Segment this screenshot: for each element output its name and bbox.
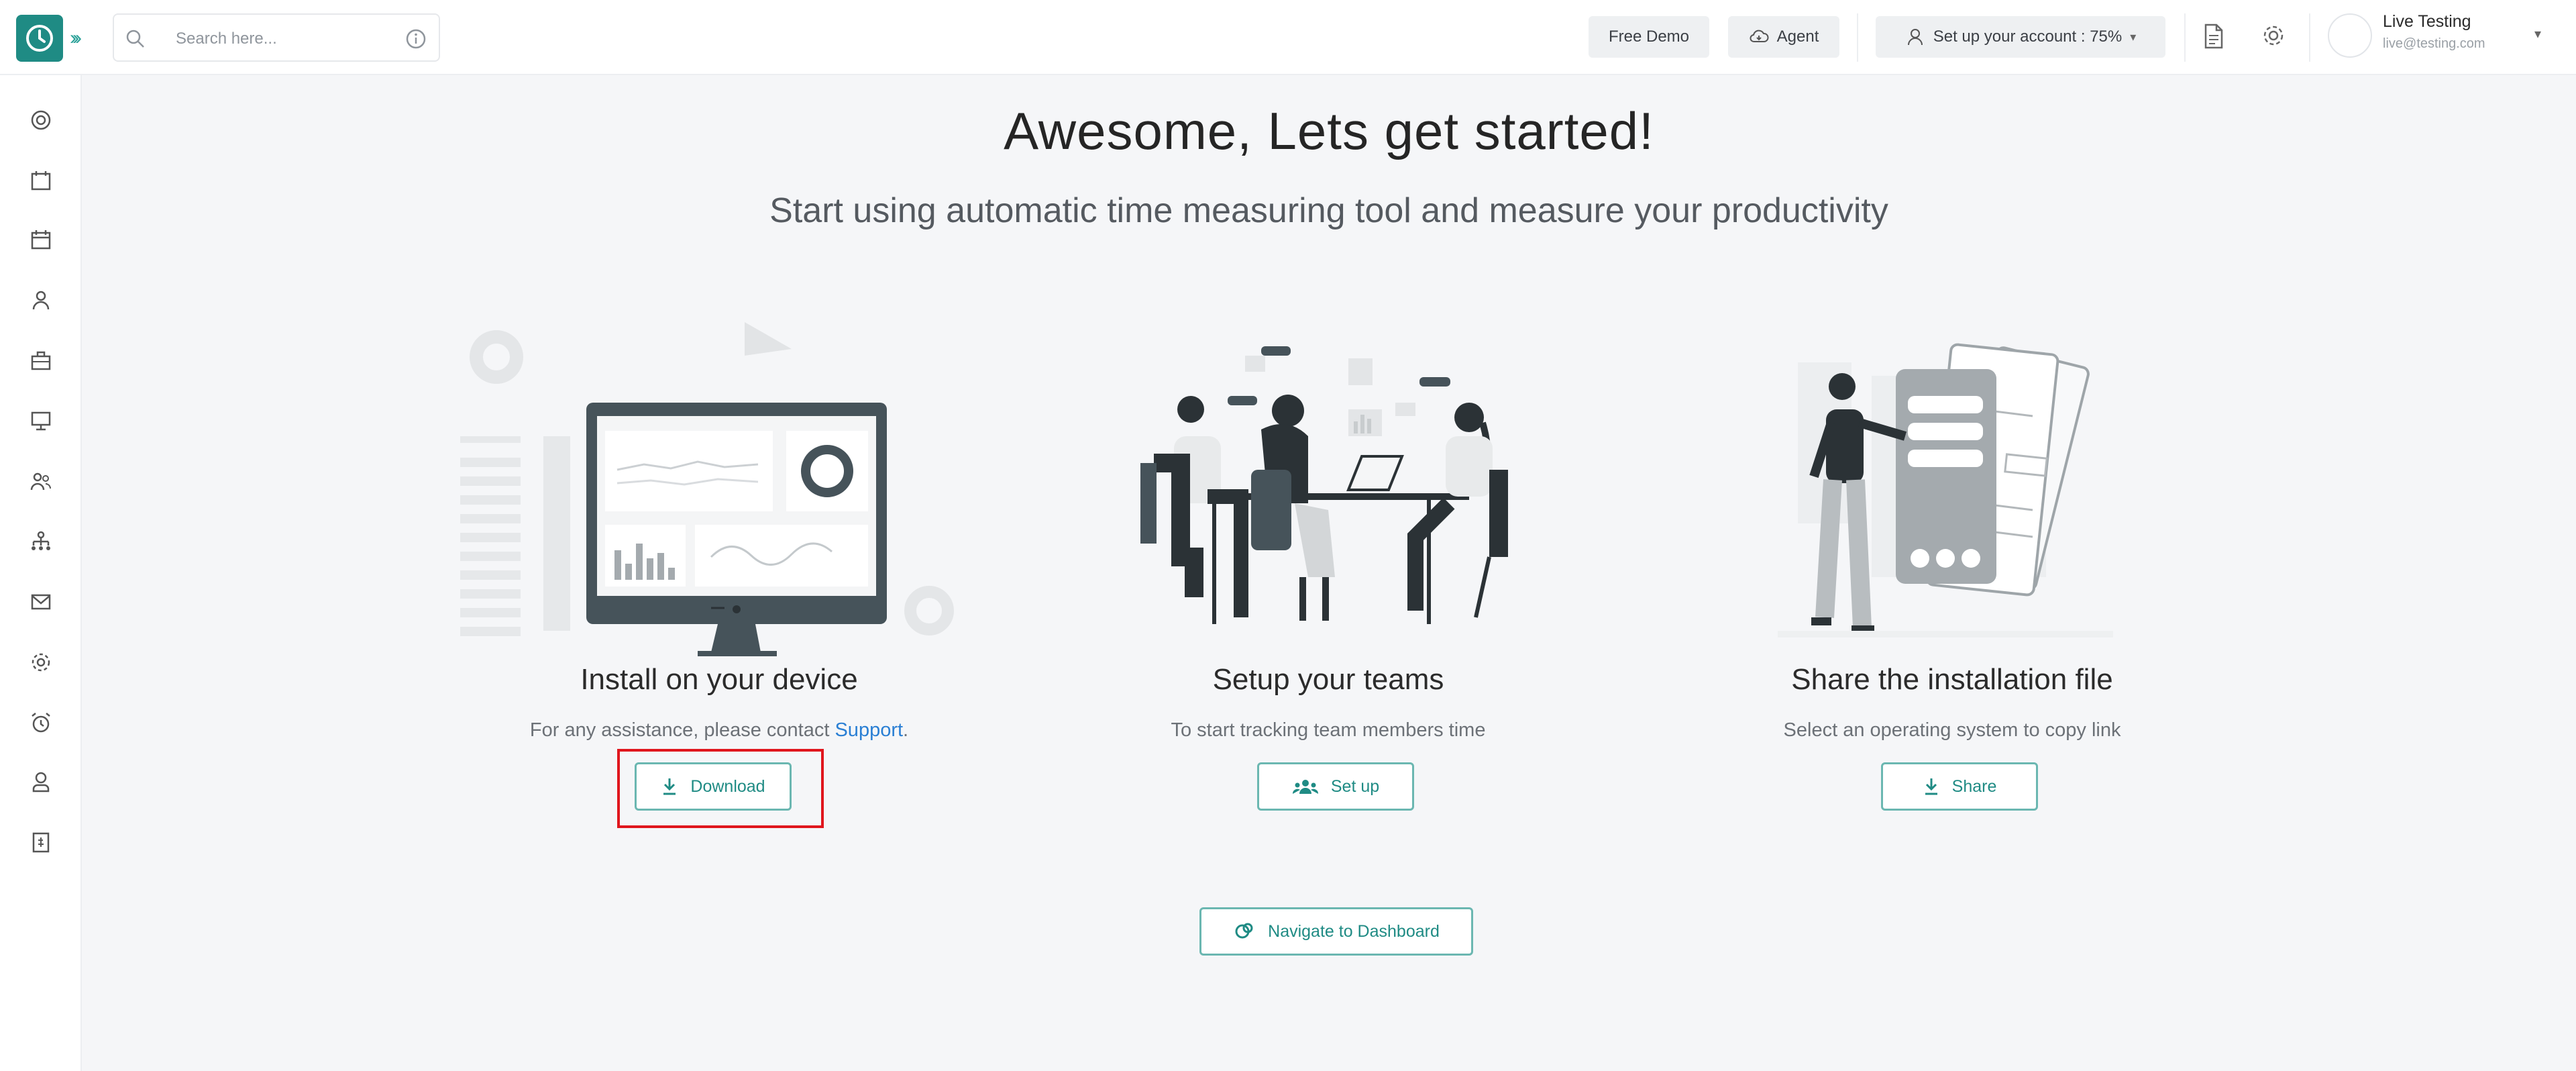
card-install-desc: For any assistance, please contact Suppo… [417,719,1021,742]
profile-icon[interactable] [30,770,52,793]
settings-icon[interactable] [30,651,52,674]
gear-icon[interactable] [2261,23,2286,48]
search-box[interactable]: Search here... [113,13,440,62]
share-label: Share [1951,776,1997,796]
support-link[interactable]: Support [835,719,903,741]
user-menu-chevron-icon[interactable]: ▾ [2534,26,2541,42]
page-subtitle: Start using automatic time measuring too… [769,191,1888,230]
header-divider [1857,13,1858,62]
report-icon[interactable] [30,831,52,854]
share-file-illustration [1778,343,2113,638]
header-divider [2309,13,2310,62]
setup-account-button[interactable]: Set up your account : 75% ▾ [1876,16,2165,58]
user-email: live@testing.com [2383,36,2485,51]
team-icon [1292,780,1318,794]
card-share-title: Share the installation file [1791,663,2113,696]
card-install-title: Install on your device [580,663,858,696]
mail-icon[interactable] [30,591,52,613]
search-icon [126,30,144,48]
download-icon [1925,778,1937,795]
dashboard-icon [1235,923,1253,939]
navigate-dashboard-label: Navigate to Dashboard [1268,921,1440,941]
card-install-desc-end: . [903,719,909,741]
card-install-desc-text: For any assistance, please contact [529,719,835,741]
avatar[interactable] [2328,13,2372,58]
card-share-desc: Select an operating system to copy link [1783,719,2121,741]
download-button[interactable]: Download [635,762,792,811]
chevron-down-icon: ▾ [2130,30,2137,44]
user-icon [1907,29,1923,46]
user-icon[interactable] [30,289,52,311]
document-icon[interactable] [2202,23,2226,50]
app-logo[interactable] [16,15,63,62]
setup-teams-illustration [1140,346,1508,624]
briefcase-icon[interactable] [30,349,52,372]
download-icon [663,778,676,795]
install-device-illustration [460,322,954,656]
expand-sidebar-icon[interactable]: ››› [70,27,82,50]
setup-button[interactable]: Set up [1257,762,1414,811]
card-teams-desc: To start tracking team members time [1171,719,1486,741]
cloud-download-icon [1750,30,1769,42]
clock-logo-icon [26,25,53,52]
monitor-icon[interactable] [30,409,52,432]
calendar-icon[interactable] [30,169,52,192]
org-chart-icon[interactable] [30,530,52,553]
navigate-dashboard-button[interactable]: Navigate to Dashboard [1199,907,1473,956]
info-icon[interactable] [405,28,427,50]
agent-label: Agent [1776,28,1819,46]
team-icon[interactable] [30,470,52,493]
free-demo-label: Free Demo [1608,28,1690,46]
top-header: ››› Search here... Free Demo Agent Set u… [0,0,2576,75]
user-name[interactable]: Live Testing [2383,12,2471,32]
free-demo-button[interactable]: Free Demo [1589,16,1709,58]
setup-account-label: Set up your account : 75% [1933,28,2123,46]
schedule-icon[interactable] [30,228,52,251]
card-teams-title: Setup your teams [1212,663,1444,696]
setup-label: Set up [1330,776,1380,796]
page-title: Awesome, Lets get started! [1004,101,1654,160]
download-label: Download [690,776,765,796]
search-input[interactable]: Search here... [176,30,277,48]
header-divider [2184,13,2186,62]
alarm-icon[interactable] [30,711,52,734]
share-button[interactable]: Share [1881,762,2038,811]
agent-button[interactable]: Agent [1728,16,1839,58]
